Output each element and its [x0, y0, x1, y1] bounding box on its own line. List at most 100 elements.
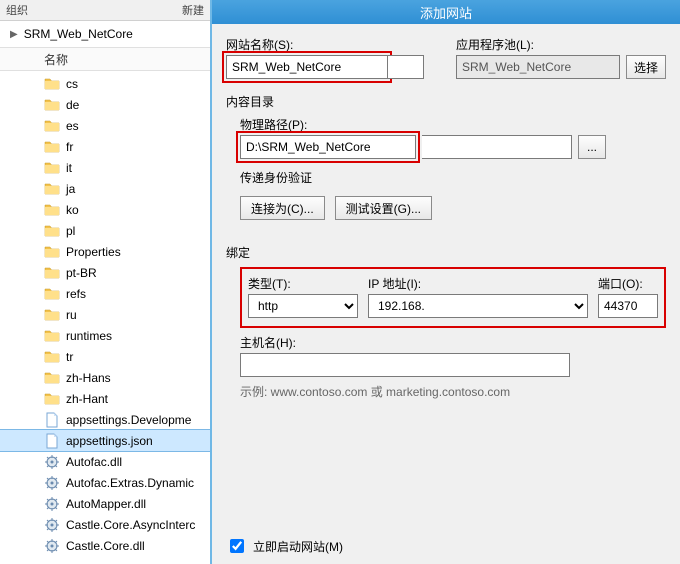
list-item-label: ru [66, 308, 77, 322]
list-item-label: fr [66, 140, 73, 154]
list-item[interactable]: appsettings.Developme [0, 409, 210, 430]
dll-icon [44, 496, 60, 512]
folder-icon [44, 223, 60, 239]
list-item[interactable]: it [0, 157, 210, 178]
list-item[interactable]: ko [0, 199, 210, 220]
ip-label: IP 地址(I): [368, 275, 588, 292]
host-input[interactable] [240, 353, 570, 377]
list-item-label: AutoMapper.dll [66, 497, 146, 511]
list-item[interactable]: refs [0, 283, 210, 304]
list-item[interactable]: cs [0, 73, 210, 94]
folder-icon [44, 139, 60, 155]
connect-as-button[interactable]: 连接为(C)... [240, 196, 325, 220]
list-item-label: Castle.Core.dll [66, 539, 145, 553]
list-item[interactable]: ja [0, 178, 210, 199]
list-item-label: pt-BR [66, 266, 97, 280]
explorer-toolbar: 组织 新建 [0, 0, 210, 21]
list-item-label: refs [66, 287, 86, 301]
dll-icon [44, 475, 60, 491]
dll-icon [44, 517, 60, 533]
type-label: 类型(T): [248, 275, 358, 292]
passthru-auth-label: 传递身份验证 [240, 169, 666, 186]
list-item-label: Autofac.Extras.Dynamic [66, 476, 194, 490]
binding-label: 绑定 [226, 244, 666, 261]
folder-icon [44, 307, 60, 323]
list-item[interactable]: zh-Hant [0, 388, 210, 409]
json-icon [44, 433, 60, 449]
test-settings-button[interactable]: 测试设置(G)... [335, 196, 432, 220]
list-item[interactable]: de [0, 94, 210, 115]
add-website-dialog: 添加网站 网站名称(S): 应用程序池(L): 选择 内容目录 物理路径(P): [212, 0, 680, 564]
physical-path-input-extra[interactable] [422, 135, 572, 159]
type-select[interactable]: http [248, 294, 358, 318]
folder-icon [44, 265, 60, 281]
list-item-label: appsettings.Developme [66, 413, 191, 427]
list-item[interactable]: ru [0, 304, 210, 325]
file-explorer-pane: 组织 新建 ▶ SRM_Web_NetCore 名称 cs de es fr it ja k… [0, 0, 212, 564]
list-item-label: es [66, 119, 79, 133]
folder-icon [44, 181, 60, 197]
list-item-label: zh-Hans [66, 371, 111, 385]
folder-icon [44, 160, 60, 176]
new-label[interactable]: 新建 [182, 2, 204, 18]
folder-icon [44, 97, 60, 113]
folder-icon [44, 118, 60, 134]
json-icon [44, 412, 60, 428]
list-item[interactable]: runtimes [0, 325, 210, 346]
site-name-input[interactable] [226, 55, 388, 79]
list-item[interactable]: Castle.Core.AsyncInterc [0, 514, 210, 535]
chevron-right-icon: ▶ [10, 29, 18, 40]
folder-icon [44, 370, 60, 386]
ip-select[interactable]: 192.168. [368, 294, 588, 318]
breadcrumb[interactable]: ▶ SRM_Web_NetCore [0, 21, 210, 48]
list-item-label: Properties [66, 245, 121, 259]
list-item-label: runtimes [66, 329, 112, 343]
site-name-input-extra[interactable] [388, 55, 424, 79]
list-item-label: pl [66, 224, 75, 238]
list-item[interactable]: AutoMapper.dll [0, 493, 210, 514]
list-item-label: zh-Hant [66, 392, 108, 406]
list-item-label: appsettings.json [66, 434, 153, 448]
folder-icon [44, 286, 60, 302]
app-pool-label: 应用程序池(L): [456, 36, 620, 53]
list-item-label: Autofac.dll [66, 455, 122, 469]
list-item-label: ja [66, 182, 75, 196]
list-item[interactable]: tr [0, 346, 210, 367]
list-item[interactable]: Properties [0, 241, 210, 262]
app-pool-input [456, 55, 620, 79]
list-item-label: de [66, 98, 79, 112]
content-dir-label: 内容目录 [226, 93, 666, 110]
list-item[interactable]: pl [0, 220, 210, 241]
list-item-label: Castle.Core.AsyncInterc [66, 518, 195, 532]
list-item-label: tr [66, 350, 73, 364]
org-label: 组织 [6, 2, 28, 18]
host-label: 主机名(H): [240, 334, 666, 351]
folder-icon [44, 244, 60, 260]
breadcrumb-current: SRM_Web_NetCore [24, 27, 133, 41]
list-item[interactable]: zh-Hans [0, 367, 210, 388]
list-item[interactable]: Autofac.Extras.Dynamic [0, 472, 210, 493]
select-app-pool-button[interactable]: 选择 [626, 55, 666, 79]
list-item-label: ko [66, 203, 79, 217]
physical-path-input[interactable] [240, 135, 416, 159]
folder-icon [44, 328, 60, 344]
dialog-title: 添加网站 [212, 0, 680, 24]
folder-icon [44, 391, 60, 407]
dll-icon [44, 454, 60, 470]
list-item[interactable]: fr [0, 136, 210, 157]
browse-button[interactable]: ... [578, 135, 606, 159]
port-label: 端口(O): [598, 275, 658, 292]
list-item-label: it [66, 161, 72, 175]
list-item[interactable]: Castle.Core.dll [0, 535, 210, 556]
list-item[interactable]: pt-BR [0, 262, 210, 283]
start-now-label: 立即启动网站(M) [253, 538, 343, 555]
column-header-name[interactable]: 名称 [0, 48, 210, 71]
list-item[interactable]: appsettings.json [0, 430, 210, 451]
start-now-checkbox[interactable] [230, 539, 244, 553]
list-item-label: cs [66, 77, 78, 91]
list-item[interactable]: Autofac.dll [0, 451, 210, 472]
port-input[interactable] [598, 294, 658, 318]
list-item[interactable]: es [0, 115, 210, 136]
file-list[interactable]: cs de es fr it ja ko pl Properties pt-BR refs ru run… [0, 71, 210, 564]
folder-icon [44, 76, 60, 92]
